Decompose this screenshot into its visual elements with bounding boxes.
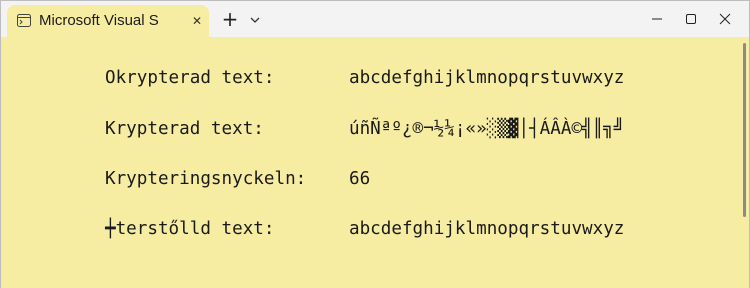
close-tab-icon[interactable]: ✕ [189, 13, 205, 29]
terminal-window: Microsoft Visual S ✕ + Okrypterad text: a… [0, 0, 750, 288]
minimize-icon [652, 18, 662, 20]
line-value: 66 [349, 169, 371, 189]
close-window-button[interactable] [702, 1, 748, 35]
terminal-icon [17, 14, 31, 27]
title-bar[interactable]: Microsoft Visual S ✕ + [1, 1, 749, 37]
line-label: Okrypterad text: [105, 68, 275, 88]
console-line: Krypteringsnyckeln: 66 [105, 169, 370, 189]
line-value: úñÑªº¿®¬½¼¡«»░▒▓│┤ÁÂÀ©╣║╗╝ [349, 119, 625, 139]
line-value: abcdefghijklmnopqrstuvwxyz [349, 219, 625, 239]
close-icon [719, 13, 731, 25]
console-output[interactable]: Okrypterad text: abcdefghijklmnopqrstuvwx… [1, 37, 749, 288]
line-label: Krypterad text: [105, 119, 264, 139]
console-line: Krypterad text: úñÑªº¿®¬½¼¡«»░▒▓│┤ÁÂÀ©╣║╗… [105, 119, 624, 139]
console-line: Okrypterad text: abcdefghijklmnopqrstuvwx… [105, 68, 624, 88]
line-value: abcdefghijklmnopqrstuvwxyz [349, 68, 625, 88]
maximize-icon [686, 14, 696, 24]
tab-visual-studio[interactable]: Microsoft Visual S ✕ [7, 5, 209, 37]
console-line: ┿terstőlld text: abcdefghijklmnopqrstuvwx… [105, 219, 624, 239]
tab-title: Microsoft Visual S [39, 12, 159, 29]
line-label: ┿terstőlld text: [105, 219, 275, 239]
scrollbar[interactable] [743, 43, 746, 217]
chevron-down-icon[interactable] [246, 9, 264, 31]
line-label: Krypteringsnyckeln: [105, 169, 307, 189]
new-tab-button[interactable]: + [218, 8, 242, 32]
